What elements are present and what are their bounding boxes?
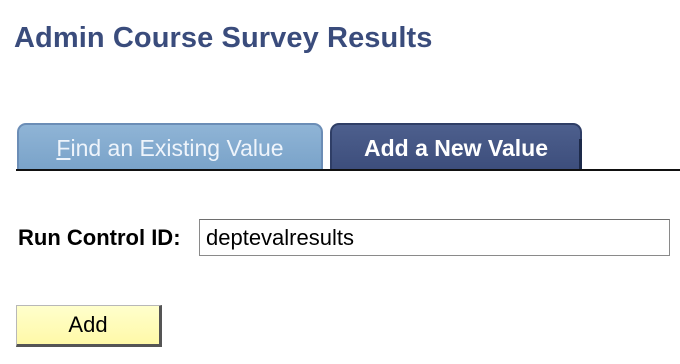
tab-divider — [16, 169, 680, 171]
tab-find-existing-value[interactable]: Find an Existing Value — [17, 123, 323, 169]
run-control-id-input[interactable] — [199, 219, 670, 256]
add-button[interactable]: Add — [16, 305, 162, 347]
page-title: Admin Course Survey Results — [14, 22, 433, 54]
tab-accelerator-key: F — [56, 135, 71, 161]
run-control-id-label: Run Control ID: — [18, 225, 181, 250]
tab-label: ind an Existing Value — [70, 135, 284, 161]
tab-label: Add a New Value — [363, 135, 549, 161]
tab-add-new-value[interactable]: Add a New Value — [330, 123, 582, 171]
